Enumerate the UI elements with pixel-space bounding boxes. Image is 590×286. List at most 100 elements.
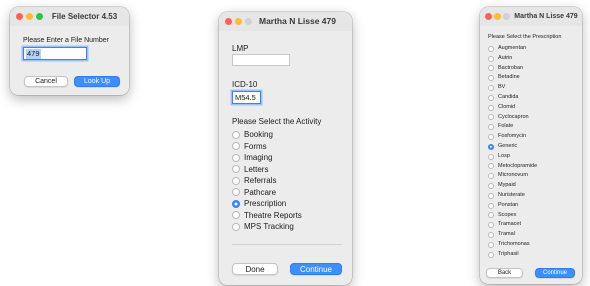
title-bar: File Selector 4.53 [10, 7, 129, 26]
radio-option-label: Triphasil [498, 250, 519, 257]
radio-option[interactable]: Generic [488, 142, 578, 152]
radio-button[interactable] [488, 163, 494, 170]
radio-option[interactable]: Tramacet [488, 220, 578, 230]
zoom-window-button[interactable] [503, 13, 510, 20]
icd10-input[interactable]: M54.5 [232, 91, 261, 104]
radio-option[interactable]: Autrin [488, 54, 578, 64]
radio-button[interactable] [488, 251, 494, 258]
prescription-window: Martha N Lisse 479 Please Select the Pre… [480, 7, 582, 284]
divider [232, 244, 342, 245]
radio-option-label: Mypaid [498, 182, 516, 189]
radio-option-label: Clomid [498, 103, 516, 110]
lmp-label: LMP [232, 44, 249, 53]
radio-option[interactable]: Booking [232, 129, 347, 141]
radio-option-label: Generic [498, 143, 518, 149]
radio-button[interactable] [488, 232, 494, 239]
window-title: File Selector 4.53 [51, 12, 118, 21]
radio-button[interactable] [488, 153, 494, 160]
radio-button[interactable] [488, 45, 494, 52]
close-window-button[interactable] [16, 13, 23, 20]
radio-option[interactable]: BV [488, 83, 578, 93]
minimize-window-button[interactable] [494, 13, 501, 20]
title-bar: Martha N Lisse 479 [219, 12, 352, 31]
radio-button[interactable] [488, 134, 494, 141]
radio-button[interactable] [488, 94, 494, 101]
continue-button[interactable]: Continue [535, 268, 575, 278]
radio-button[interactable] [232, 165, 240, 174]
radio-option[interactable]: Mypaid [488, 181, 578, 191]
minimize-window-button[interactable] [26, 13, 33, 20]
radio-option[interactable]: Fosfomycin [488, 132, 578, 142]
radio-option-label: Scopex [498, 211, 517, 218]
radio-option[interactable]: Folate [488, 122, 578, 132]
radio-option[interactable]: Micronovum [488, 171, 578, 181]
radio-option-label: Betadine [498, 74, 520, 81]
close-window-button[interactable] [225, 18, 232, 25]
radio-button[interactable] [488, 124, 494, 131]
radio-button[interactable] [488, 55, 494, 62]
radio-option[interactable]: Tramal [488, 230, 578, 240]
radio-button-selected[interactable] [488, 143, 494, 150]
radio-option-label: Trichomonas [498, 241, 530, 247]
radio-option-label: Losp [498, 152, 510, 159]
minimize-window-button[interactable] [235, 18, 242, 25]
radio-button[interactable] [488, 222, 494, 229]
radio-option[interactable]: Clomid [488, 103, 578, 113]
radio-button[interactable] [232, 142, 240, 151]
radio-option-label: Pathcare [244, 187, 277, 197]
radio-option-label: Imaging [244, 153, 273, 162]
radio-button[interactable] [488, 75, 494, 82]
lmp-input[interactable] [232, 54, 290, 66]
radio-button[interactable] [488, 241, 494, 248]
radio-option[interactable]: Theatre Reports [232, 210, 347, 222]
radio-button[interactable] [232, 222, 240, 231]
radio-option[interactable]: Metoclopramide [488, 162, 578, 172]
radio-button[interactable] [488, 183, 494, 190]
radio-option[interactable]: MPS Tracking [232, 221, 347, 233]
radio-button[interactable] [232, 130, 240, 139]
radio-option[interactable]: Losp [488, 152, 578, 162]
radio-option[interactable]: Betadine [488, 73, 578, 83]
cancel-button[interactable]: Cancel [24, 76, 68, 87]
radio-option[interactable]: Ponstan [488, 201, 578, 211]
radio-option[interactable]: Referrals [232, 175, 347, 187]
icd10-value: M54.5 [235, 93, 256, 102]
radio-button[interactable] [488, 114, 494, 121]
continue-button[interactable]: Continue [290, 263, 342, 275]
radio-option[interactable]: Candida [488, 93, 578, 103]
close-window-button[interactable] [485, 13, 492, 20]
radio-button[interactable] [232, 211, 240, 220]
done-button[interactable]: Done [232, 263, 278, 275]
radio-option[interactable]: Pathcare [232, 187, 347, 199]
look-up-button[interactable]: Look Up [74, 76, 120, 87]
radio-option[interactable]: Forms [232, 141, 347, 153]
radio-option[interactable]: Nuristerate [488, 191, 578, 201]
radio-button[interactable] [232, 176, 240, 185]
radio-button[interactable] [488, 104, 494, 111]
radio-option-label: Micronovum [498, 172, 528, 179]
radio-button[interactable] [488, 212, 494, 219]
radio-button[interactable] [232, 188, 240, 197]
radio-option[interactable]: Imaging [232, 152, 347, 164]
back-button[interactable]: Back [486, 268, 523, 278]
radio-button[interactable] [488, 192, 494, 199]
radio-option[interactable]: Scopex [488, 211, 578, 221]
radio-button[interactable] [488, 85, 494, 92]
radio-button[interactable] [232, 153, 240, 162]
radio-option[interactable]: Trichomonas [488, 240, 578, 250]
file-number-input[interactable]: 479 [23, 47, 87, 60]
radio-option[interactable]: Triphasil [488, 250, 578, 260]
radio-option-label: Prescription [244, 199, 287, 208]
radio-option-label: Ponstan [498, 201, 519, 208]
radio-button[interactable] [488, 65, 494, 72]
radio-option[interactable]: Letters [232, 164, 347, 176]
radio-option[interactable]: Cyclocapron [488, 113, 578, 123]
file-number-value: 479 [26, 49, 41, 59]
radio-button-selected[interactable] [232, 199, 240, 208]
radio-button[interactable] [488, 202, 494, 209]
radio-option-label: Letters [244, 164, 269, 174]
radio-option[interactable]: Prescription [232, 198, 347, 210]
radio-button[interactable] [488, 173, 494, 180]
radio-option[interactable]: Bactroban [488, 64, 578, 74]
radio-option[interactable]: Augmentan [488, 44, 578, 54]
